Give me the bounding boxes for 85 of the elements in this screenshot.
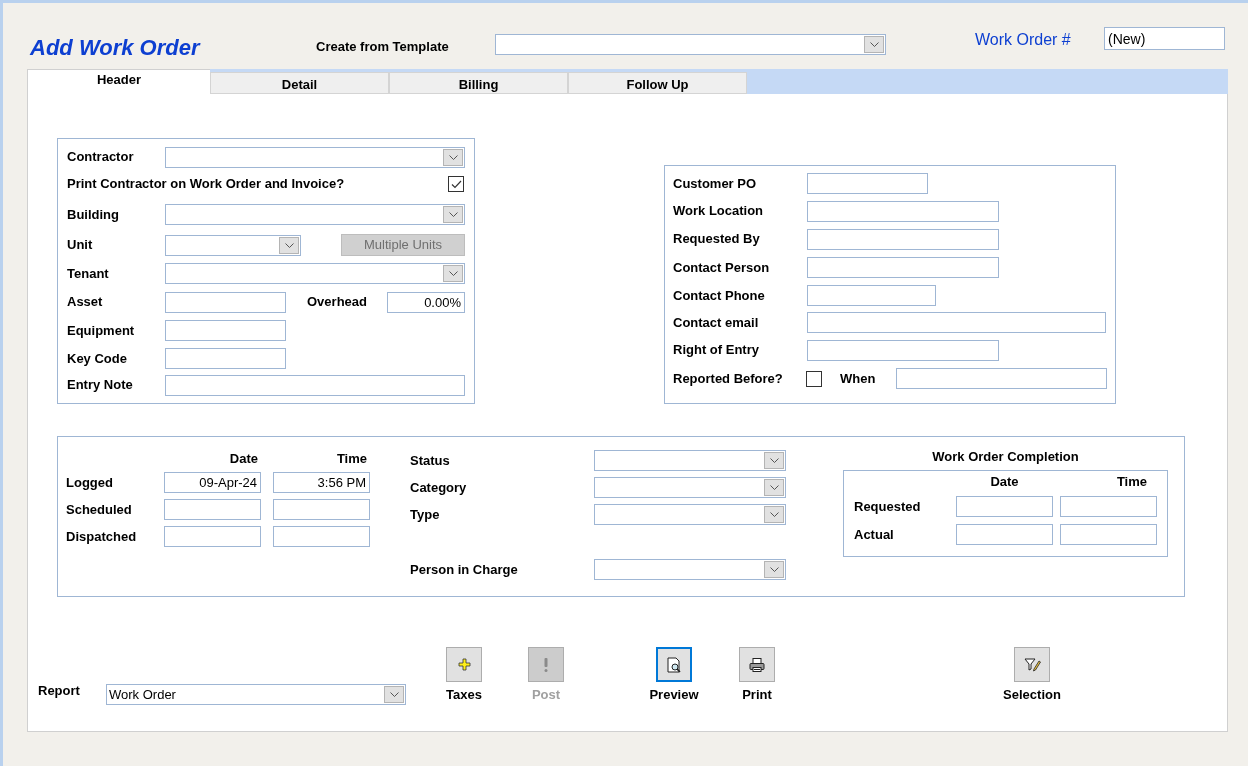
input-field[interactable] [164, 374, 465, 396]
toolbar-button[interactable]: Selection [992, 647, 1072, 705]
tab[interactable]: Header [27, 69, 210, 94]
dropdown[interactable] [594, 559, 786, 580]
funnel-pencil-icon [1023, 656, 1041, 673]
field-label: Customer PO [673, 174, 758, 193]
tab[interactable]: Billing [389, 72, 568, 94]
contractor-dropdown[interactable] [165, 146, 465, 168]
field-label: Time [335, 450, 368, 468]
toolbar-button[interactable]: Print [717, 647, 797, 705]
input-field[interactable] [273, 526, 370, 547]
input-field[interactable]: 3:56 PM [273, 472, 370, 493]
field-label: Dispatched [66, 527, 138, 546]
input-field[interactable]: 09-Apr-24 [164, 472, 261, 493]
checkbox[interactable] [448, 176, 464, 192]
template-dropdown[interactable] [495, 34, 886, 55]
field-label: Category [410, 478, 468, 497]
input-field[interactable] [164, 526, 261, 547]
input-field[interactable] [165, 291, 286, 313]
document-magnifier-icon [666, 656, 682, 673]
field-label: Requested [854, 497, 922, 516]
input-field[interactable] [807, 285, 936, 306]
input-field[interactable] [807, 173, 928, 194]
field-label: Contractor [67, 148, 135, 167]
input-field[interactable] [165, 320, 286, 341]
field-label: Date [989, 472, 1020, 491]
field-label: Actual [854, 525, 895, 544]
field-label: Person in Charge [410, 560, 519, 579]
input-field[interactable] [807, 200, 999, 222]
field-label: Work Order Completion [932, 448, 1079, 466]
field-label: Reported Before? [673, 369, 784, 388]
work-order-number-field[interactable]: (New) [1104, 27, 1225, 50]
input-field[interactable] [273, 499, 370, 520]
unit-dropdown[interactable] [165, 234, 301, 256]
input-field[interactable] [1060, 524, 1157, 545]
field-label: Scheduled [66, 500, 133, 519]
field-label: Status [410, 451, 451, 470]
field-label: Overhead [307, 293, 368, 312]
field-label: Contact email [673, 313, 760, 332]
field-label: Right of Entry [673, 341, 760, 360]
field-label: Date [228, 450, 259, 468]
input-field[interactable] [807, 228, 999, 250]
field-label: Work Location [673, 202, 765, 221]
input-field[interactable] [807, 339, 999, 361]
field-label: Create from Template [316, 38, 450, 56]
input-field[interactable] [807, 312, 1106, 333]
dropdown[interactable] [594, 450, 786, 471]
field-label: Print Contractor on Work Order and Invoice? [67, 175, 345, 194]
toolbar-button[interactable]: Taxes [424, 647, 504, 705]
form-title: Add Work Order [30, 34, 202, 62]
tab[interactable]: Detail [210, 72, 389, 94]
field-label: When [840, 369, 877, 388]
field-label: Entry Note [67, 376, 134, 395]
tenant-dropdown[interactable] [165, 263, 465, 284]
field-label: Contact Person [673, 258, 771, 277]
tab[interactable]: Follow Up [568, 72, 747, 94]
input-field[interactable] [1060, 496, 1157, 517]
field-label: Time [1115, 472, 1148, 491]
field-label: Work Order # [975, 30, 1072, 50]
field-label: Key Code [67, 349, 128, 368]
input-field[interactable] [165, 348, 286, 369]
input-field[interactable] [896, 368, 1107, 389]
field-label: Building [67, 205, 120, 224]
checkbox[interactable] [806, 370, 822, 387]
field-label: Report [38, 682, 81, 700]
dropdown[interactable] [594, 477, 786, 498]
field-label: Unit [67, 236, 94, 255]
toolbar-button[interactable]: Preview [634, 647, 714, 705]
field-label: Tenant [67, 264, 110, 283]
plus-icon [457, 658, 471, 671]
printer-icon [749, 656, 765, 673]
input-field[interactable] [164, 499, 261, 520]
building-dropdown[interactable] [165, 204, 465, 225]
field-label: Logged [66, 473, 114, 492]
dropdown[interactable] [594, 504, 786, 525]
overhead-field[interactable]: 0.00% [387, 291, 465, 313]
field-label: Requested By [673, 230, 761, 249]
field-label: Asset [67, 293, 104, 312]
report-dropdown[interactable]: Work Order [106, 683, 406, 705]
input-field[interactable] [807, 257, 999, 278]
field-label: Type [410, 505, 441, 524]
field-label: Equipment [67, 321, 136, 340]
field-label: Contact Phone [673, 286, 766, 305]
input-field[interactable] [956, 496, 1053, 517]
input-field[interactable] [956, 524, 1053, 545]
